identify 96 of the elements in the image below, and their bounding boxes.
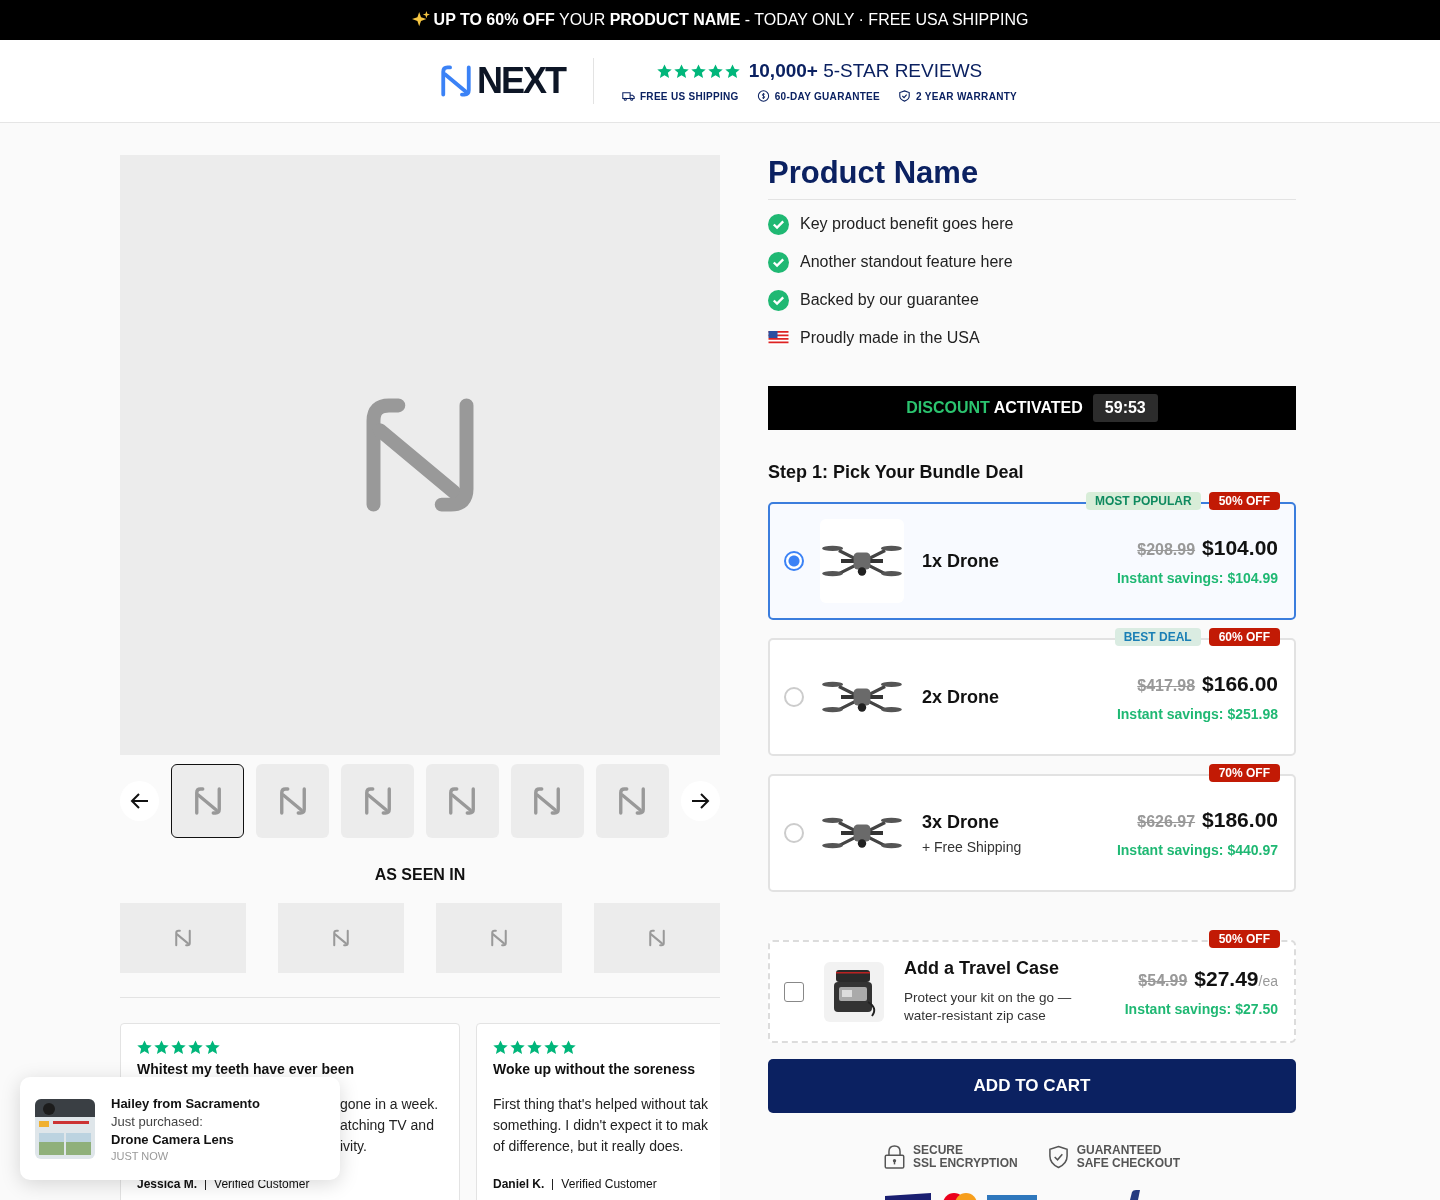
sale-price: $104.00 — [1202, 536, 1278, 560]
thumbnail[interactable] — [510, 764, 584, 838]
star-icon — [656, 63, 672, 79]
header-badge-text: FREE US SHIPPING — [639, 90, 739, 102]
review-text: something. I didn't expect it to mak — [493, 1116, 709, 1135]
star-icon — [188, 1040, 203, 1055]
thumbnail[interactable] — [426, 764, 499, 838]
header-badge-text: 60-DAY GUARANTEE — [774, 90, 881, 102]
placeholder-logo-icon — [647, 929, 667, 947]
flag-icon — [768, 331, 789, 345]
check-circle-icon — [768, 251, 789, 273]
reviews-count: 10,000+ 5-STAR REVIEWS — [748, 60, 983, 82]
countdown-timer: 59:53 — [1092, 394, 1158, 422]
section-title: AS SEEN IN — [373, 866, 467, 884]
benefit-text: Key product benefit goes here — [800, 215, 1014, 233]
header-badge-text: 2 YEAR WARRANTY — [916, 90, 1018, 102]
original-price: $626.97 — [1137, 813, 1196, 831]
product-title: Product Name — [768, 155, 1296, 200]
placeholder-logo-icon — [489, 929, 509, 947]
purchased-product: Drone Camera Lens — [111, 1131, 235, 1147]
discount-badge: 50% OFF — [1208, 930, 1280, 948]
price-unit: /ea — [1258, 972, 1278, 989]
bundle-name: 3x Drone — [922, 811, 1001, 833]
bundle-tag: BEST DEAL — [1114, 628, 1201, 646]
verified-label: Verified Customer — [561, 1177, 657, 1191]
star-icon — [493, 1040, 508, 1055]
original-price: $54.99 — [1138, 971, 1188, 990]
review-text: gone in a week. — [340, 1095, 439, 1114]
review-text: ivity. — [340, 1137, 367, 1156]
addon-title: Add a Travel Case — [904, 958, 1061, 979]
radio-button[interactable] — [784, 551, 804, 571]
star-icon — [205, 1040, 220, 1055]
promo-text: UP TO 60% OFF YOUR PRODUCT NAME - TODAY ONLY · FREE USA SHIPPING — [433, 11, 1029, 29]
discount-badge: 70% OFF — [1208, 764, 1280, 782]
original-price: $417.98 — [1137, 677, 1196, 695]
brand-logo[interactable]: NEXT — [476, 60, 565, 102]
lock-icon — [884, 1145, 905, 1169]
thumbnail[interactable] — [256, 764, 330, 838]
step-title: Step 1: Pick Your Bundle Deal — [768, 462, 1025, 483]
sale-price: $27.49 — [1194, 966, 1259, 991]
buyer-name: Hailey from Sacramento — [111, 1095, 260, 1111]
review-title: Woke up without the soreness — [493, 1061, 696, 1077]
placeholder-logo-icon — [331, 929, 351, 947]
trust-badge-text: SECURE SSL ENCRYPTION — [913, 1144, 1018, 1170]
star-icon — [527, 1040, 542, 1055]
original-price: $208.99 — [1137, 541, 1196, 559]
bundle-name: 1x Drone — [922, 550, 1001, 572]
truck-icon — [621, 90, 635, 102]
star-icon — [724, 63, 740, 79]
radio-button[interactable] — [784, 687, 804, 707]
thumbnail[interactable] — [595, 764, 669, 838]
reviewer-name: Daniel K. — [493, 1177, 545, 1191]
star-icon — [673, 63, 689, 79]
logo-icon — [438, 64, 473, 98]
savings-text: Instant savings: $104.99 — [1116, 570, 1278, 586]
benefit-text: Proudly made in the USA — [800, 329, 980, 347]
check-circle-icon — [768, 213, 789, 235]
dollar-coin-icon — [756, 90, 770, 102]
thumbnail[interactable] — [171, 764, 245, 838]
savings-text: Instant savings: $27.50 — [1124, 1000, 1278, 1017]
shield-check-icon — [898, 90, 912, 102]
purchase-label: Just purchased: — [111, 1113, 204, 1129]
savings-text: Instant savings: $251.98 — [1116, 706, 1278, 722]
star-icon — [137, 1040, 152, 1055]
benefit-text: Backed by our guarantee — [800, 291, 979, 309]
star-icon — [544, 1040, 559, 1055]
add-to-cart-button[interactable]: ADD TO CART — [768, 1059, 1296, 1113]
bundle-name: 2x Drone — [922, 686, 1001, 708]
sale-price: $186.00 — [1202, 808, 1278, 832]
sale-price: $166.00 — [1202, 672, 1278, 696]
star-icon — [561, 1040, 576, 1055]
placeholder-logo-icon — [173, 929, 193, 947]
star-icon — [510, 1040, 525, 1055]
star-icon — [707, 63, 723, 79]
star-icon — [171, 1040, 186, 1055]
review-title: Whitest my teeth have ever been — [137, 1061, 356, 1077]
purchase-time: JUST NOW — [111, 1149, 170, 1162]
savings-text: Instant savings: $440.97 — [1116, 842, 1278, 858]
bundle-tag: MOST POPULAR — [1085, 492, 1201, 510]
shield-check-icon — [1047, 1145, 1069, 1169]
thumbnail[interactable] — [341, 764, 414, 838]
star-icon — [154, 1040, 169, 1055]
bundle-subtitle: + Free Shipping — [922, 838, 1023, 855]
trust-badge-text: GUARANTEED SAFE CHECKOUT — [1076, 1144, 1180, 1170]
discount-badge: 60% OFF — [1208, 628, 1280, 646]
check-circle-icon — [768, 289, 789, 311]
review-text: of difference, but it really does. — [493, 1137, 684, 1156]
discount-badge: 50% OFF — [1208, 492, 1280, 510]
star-icon — [690, 63, 706, 79]
radio-button[interactable] — [784, 823, 804, 843]
review-text: First thing that's helped without tak — [493, 1095, 709, 1114]
checkbox[interactable] — [784, 981, 804, 1002]
addon-description: Protect your kit on the go — water-resistant zip case — [904, 989, 1073, 1025]
discount-label: DISCOUNT ACTIVATED — [906, 399, 1083, 417]
review-text: atching TV and — [340, 1116, 434, 1135]
benefit-text: Another standout feature here — [800, 253, 1013, 271]
